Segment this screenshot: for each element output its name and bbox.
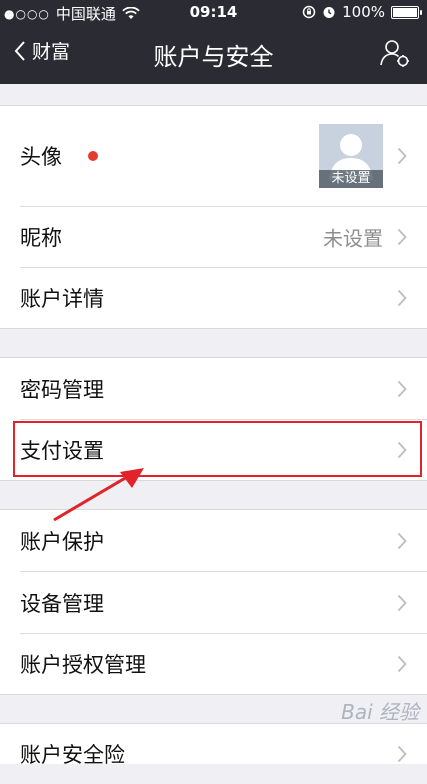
section-profile: 头像 未设置 昵称 未设置 账户详情 (0, 105, 427, 329)
chevron-right-icon (397, 532, 407, 549)
chevron-right-icon (397, 147, 407, 165)
chevron-right-icon (397, 228, 407, 246)
navigation-bar: 财富 账户与安全 (0, 24, 427, 84)
row-account-insurance[interactable]: 账户安全险 (0, 724, 427, 784)
watermark: Bai 经验 (341, 700, 419, 724)
nickname-value: 未设置 (323, 226, 383, 251)
row-label: 账户保护 (20, 529, 104, 554)
section-insurance: 账户安全险 (0, 723, 427, 767)
new-indicator-dot (88, 151, 98, 161)
status-bar: ●○○○ 中国联通 09:14 100% (0, 0, 427, 24)
avatar-status-badge: 未设置 (319, 170, 383, 188)
row-label: 昵称 (20, 226, 62, 250)
rotation-lock-icon (302, 5, 316, 19)
row-device-management[interactable]: 设备管理 (0, 572, 427, 633)
row-label: 账户安全险 (20, 743, 125, 767)
page-title: 账户与安全 (153, 43, 274, 71)
row-label: 头像 (20, 145, 62, 169)
row-label: 账户授权管理 (20, 653, 146, 677)
row-label: 设备管理 (20, 591, 104, 616)
row-account-details[interactable]: 账户详情 (0, 268, 427, 328)
chevron-right-icon (397, 594, 407, 611)
top-bar: ●○○○ 中国联通 09:14 100% 财富 账户与安全 (0, 0, 427, 84)
row-label: 账户详情 (20, 287, 104, 311)
chevron-right-icon (397, 289, 407, 307)
battery-percent: 100% (342, 3, 385, 21)
chevron-right-icon (397, 745, 407, 763)
section-account: 账户保护 设备管理 账户授权管理 (0, 509, 427, 695)
chevron-right-icon (397, 655, 407, 673)
row-account-authorization[interactable]: 账户授权管理 (0, 634, 427, 694)
avatar: 未设置 (319, 124, 383, 188)
row-nickname[interactable]: 昵称 未设置 (0, 207, 427, 267)
battery-icon (391, 5, 422, 19)
annotation-arrow-icon (53, 468, 144, 522)
user-settings-icon[interactable] (379, 38, 411, 68)
row-password-management[interactable]: 密码管理 (0, 358, 427, 419)
row-avatar[interactable]: 头像 未设置 (0, 106, 427, 206)
row-label: 密码管理 (20, 377, 104, 402)
alarm-icon (323, 7, 335, 18)
chevron-right-icon (397, 380, 407, 397)
